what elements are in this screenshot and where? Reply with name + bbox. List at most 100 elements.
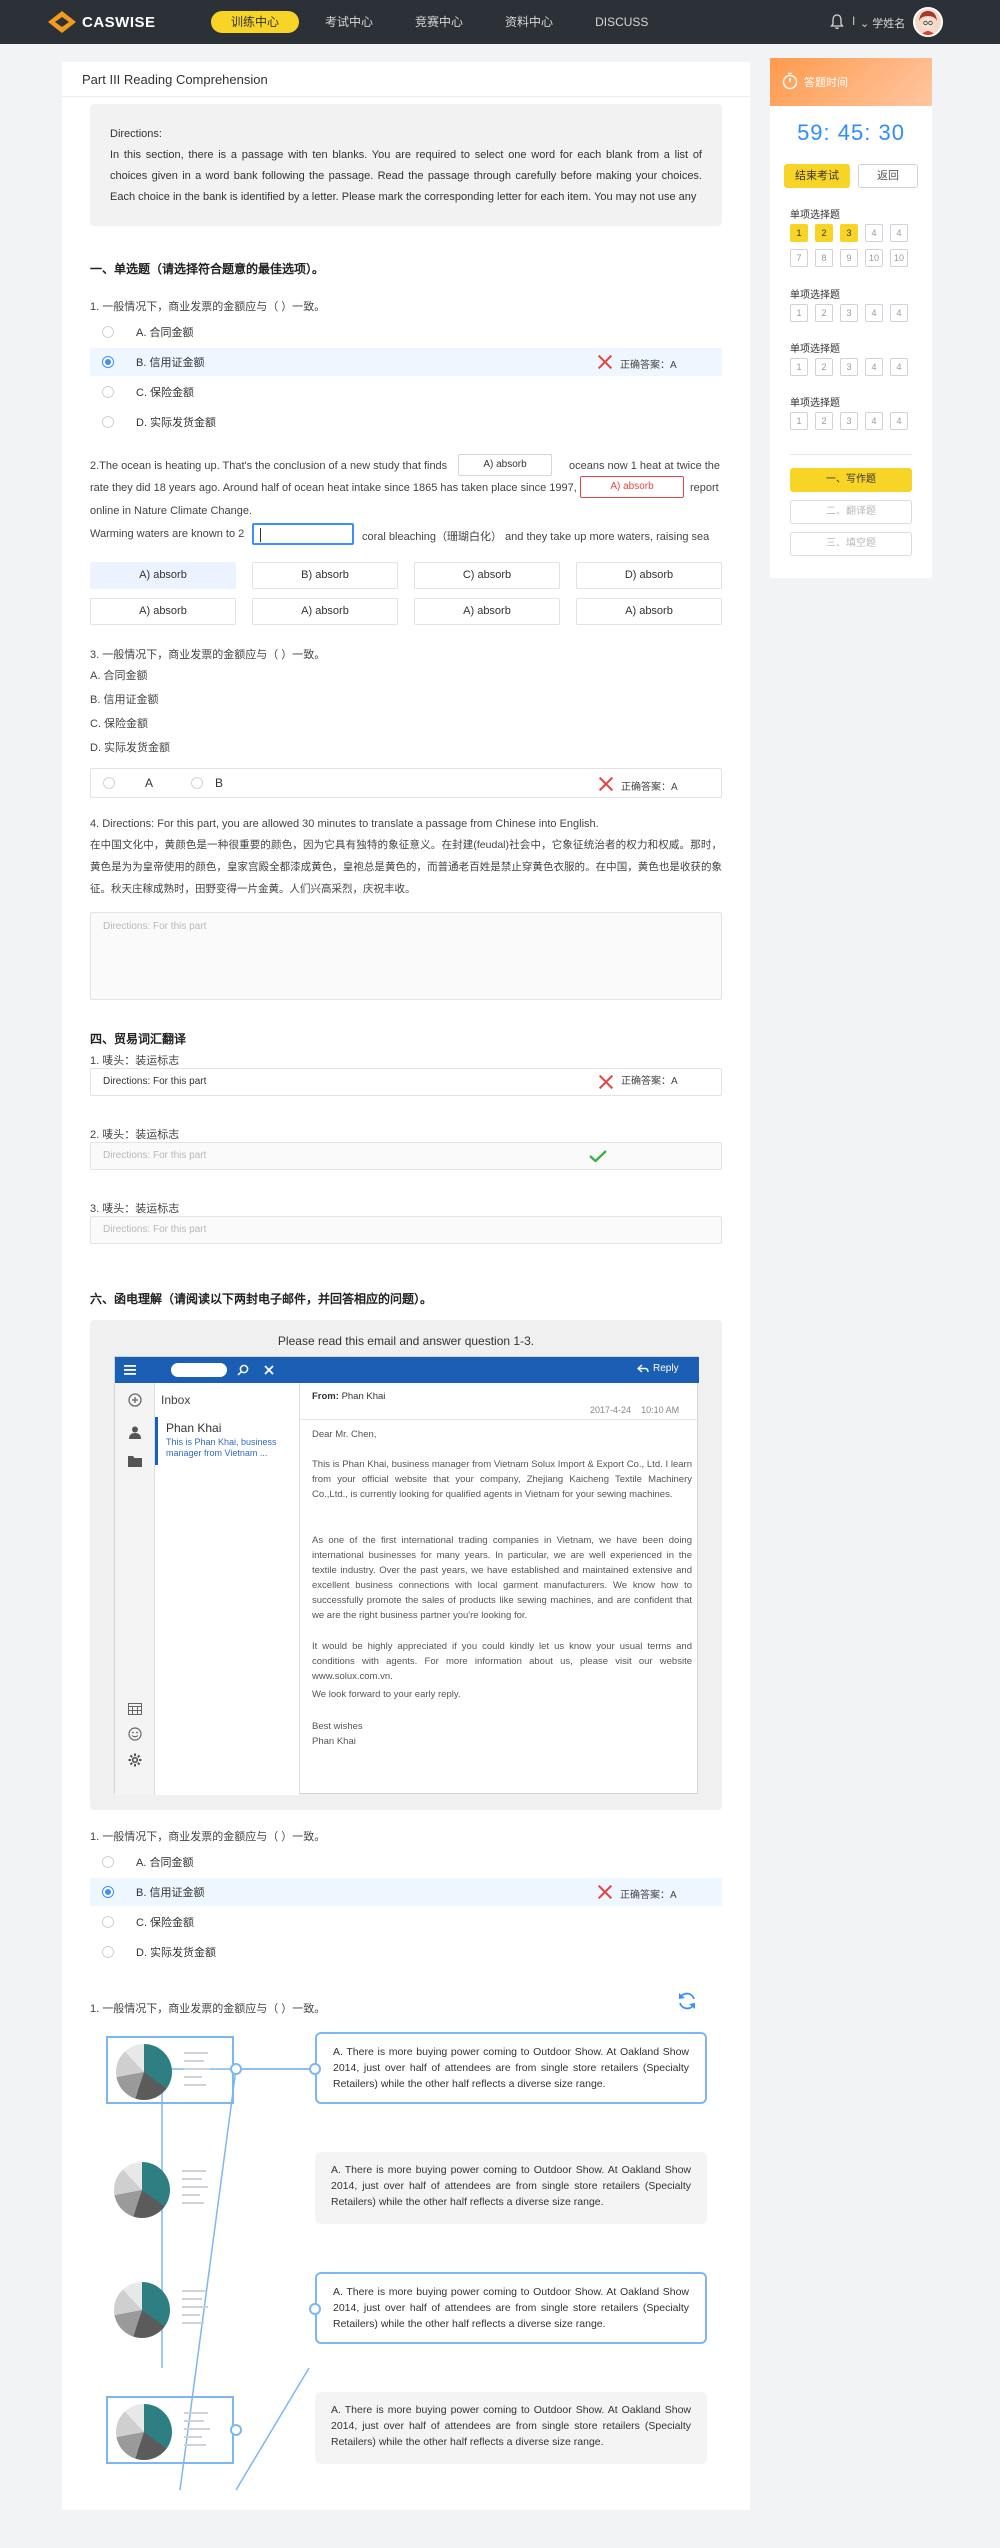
emoji-icon[interactable] xyxy=(128,1727,142,1741)
radio-option-a[interactable] xyxy=(102,326,114,338)
question-number-button[interactable]: 1 xyxy=(790,304,808,322)
word-bank-choice[interactable]: A) absorb xyxy=(90,562,236,589)
option-c[interactable]: C. 保险金额 xyxy=(90,1908,722,1936)
option-a[interactable]: A. 合同金额 xyxy=(90,1848,722,1876)
question-number-button[interactable]: 4 xyxy=(865,224,883,242)
radio-option-a[interactable] xyxy=(102,1856,114,1868)
chart-thumbnail-3[interactable] xyxy=(106,2276,234,2344)
word-bank-choice[interactable]: B) absorb xyxy=(252,562,398,589)
email-search-input[interactable] xyxy=(171,1363,227,1377)
chart-thumbnail-4[interactable] xyxy=(106,2396,234,2464)
bell-icon[interactable] xyxy=(830,14,844,30)
radio-option-b[interactable] xyxy=(191,777,203,789)
reply-button[interactable]: Reply xyxy=(637,1363,679,1374)
question-number-button[interactable]: 9 xyxy=(840,249,858,267)
word-bank-choice[interactable]: C) absorb xyxy=(414,562,560,589)
question-number-button[interactable]: 1 xyxy=(790,412,808,430)
close-icon[interactable] xyxy=(264,1365,274,1375)
match-anchor-left[interactable] xyxy=(230,2424,242,2436)
question-number-button[interactable]: 1 xyxy=(790,358,808,376)
folder-icon[interactable] xyxy=(128,1455,142,1467)
question-number-button[interactable]: 3 xyxy=(840,304,858,322)
vocab-answer-field-3[interactable]: Directions: For this part xyxy=(90,1216,722,1244)
translation-textarea[interactable]: Directions: For this part xyxy=(90,912,722,1000)
question-number-button[interactable]: 4 xyxy=(890,358,908,376)
chart-thumbnail-1[interactable] xyxy=(106,2036,234,2104)
match-anchor-right[interactable] xyxy=(309,2303,321,2315)
word-bank-choice[interactable]: D) absorb xyxy=(576,562,722,589)
option-d[interactable]: D. 实际发货金额 xyxy=(90,408,722,436)
brand-logo[interactable]: CASWISE xyxy=(48,11,156,33)
section-writing-button[interactable]: 一、写作题 xyxy=(790,468,912,492)
match-anchor-left[interactable] xyxy=(230,2063,242,2075)
option-a[interactable]: A. 合同金额 xyxy=(90,318,722,346)
word-bank-choice[interactable]: A) absorb xyxy=(576,598,722,625)
word-bank-choice[interactable]: A) absorb xyxy=(252,598,398,625)
question-number-button[interactable]: 3 xyxy=(840,412,858,430)
cloze-blank-1[interactable]: A) absorb xyxy=(458,454,552,476)
match-anchor-right[interactable] xyxy=(309,2063,321,2075)
word-bank-choice[interactable]: A) absorb xyxy=(90,598,236,625)
email-list-item[interactable]: Phan Khai This is Phan Khai, business ma… xyxy=(155,1417,299,1465)
cloze-blank-2[interactable]: A) absorb xyxy=(580,476,684,498)
radio-option-d[interactable] xyxy=(102,1946,114,1958)
question-number-button[interactable]: 8 xyxy=(815,249,833,267)
question-number-button[interactable]: 3 xyxy=(840,224,858,242)
nav-competition-center[interactable]: 竞赛中心 xyxy=(399,11,479,33)
question-number-button[interactable]: 10 xyxy=(890,249,908,267)
question-number-button[interactable]: 4 xyxy=(865,358,883,376)
match-text-card-2[interactable]: A. There is more buying power coming to … xyxy=(315,2152,707,2224)
question-number-button[interactable]: 2 xyxy=(815,412,833,430)
contacts-icon[interactable] xyxy=(128,1425,142,1439)
avatar[interactable] xyxy=(913,7,943,37)
brand-name: CASWISE xyxy=(82,13,156,31)
match-text-card-3[interactable]: A. There is more buying power coming to … xyxy=(315,2272,707,2344)
calendar-icon[interactable] xyxy=(128,1703,142,1715)
radio-option-b[interactable] xyxy=(102,1886,114,1898)
question-number-button[interactable]: 4 xyxy=(890,412,908,430)
user-menu[interactable]: ⌄ 学姓名 xyxy=(860,15,905,31)
back-button[interactable]: 返回 xyxy=(858,164,918,188)
cloze-blank-active[interactable] xyxy=(252,523,354,545)
nav-resource-center[interactable]: 资料中心 xyxy=(489,11,569,33)
question-number-button[interactable]: 1 xyxy=(790,224,808,242)
option-b[interactable]: B. 信用证金额 正确答案：A xyxy=(90,1878,722,1906)
gear-icon[interactable] xyxy=(128,1753,142,1767)
nav-discuss[interactable]: DISCUSS xyxy=(579,11,664,33)
nav-exam-center[interactable]: 考试中心 xyxy=(309,11,389,33)
radio-option-c[interactable] xyxy=(102,1916,114,1928)
option-b[interactable]: B. 信用证金额 正确答案：A xyxy=(90,348,722,376)
option-c[interactable]: C. 保险金额 xyxy=(90,378,722,406)
option-d[interactable]: D. 实际发货金额 xyxy=(90,1938,722,1966)
radio-option-a[interactable] xyxy=(103,777,115,789)
menu-icon[interactable] xyxy=(124,1365,136,1375)
main-nav: 训练中心 考试中心 竞赛中心 资料中心 DISCUSS xyxy=(211,11,674,33)
end-exam-button[interactable]: 结束考试 xyxy=(784,164,850,188)
question-number-button[interactable]: 4 xyxy=(865,304,883,322)
question-number-button[interactable]: 4 xyxy=(890,224,908,242)
refresh-icon[interactable] xyxy=(676,1990,698,2012)
vocab-answer-field-2[interactable]: Directions: For this part xyxy=(90,1142,722,1170)
chart-thumbnail-2[interactable] xyxy=(106,2156,234,2224)
search-icon[interactable] xyxy=(237,1364,249,1376)
question-number-button[interactable]: 2 xyxy=(815,224,833,242)
radio-option-d[interactable] xyxy=(102,416,114,428)
question-number-button[interactable]: 2 xyxy=(815,304,833,322)
question-number-button[interactable]: 4 xyxy=(890,304,908,322)
compose-plus-icon[interactable] xyxy=(128,1393,142,1407)
nav-training-center[interactable]: 训练中心 xyxy=(211,11,300,33)
radio-option-b[interactable] xyxy=(102,356,114,368)
section-translation-button[interactable]: 二、翻译题 xyxy=(790,500,912,524)
email-caption: Please read this email and answer questi… xyxy=(277,1334,535,1348)
vocab-answer-field-1[interactable]: Directions: For this part 正确答案：A xyxy=(90,1068,722,1096)
question-number-button[interactable]: 10 xyxy=(865,249,883,267)
radio-option-c[interactable] xyxy=(102,386,114,398)
word-bank-choice[interactable]: A) absorb xyxy=(414,598,560,625)
match-text-card-1[interactable]: A. There is more buying power coming to … xyxy=(315,2032,707,2104)
question-number-button[interactable]: 2 xyxy=(815,358,833,376)
question-number-button[interactable]: 4 xyxy=(865,412,883,430)
question-number-button[interactable]: 7 xyxy=(790,249,808,267)
match-text-card-4[interactable]: A. There is more buying power coming to … xyxy=(315,2392,707,2464)
question-number-button[interactable]: 3 xyxy=(840,358,858,376)
section-fill-blank-button[interactable]: 三、填空题 xyxy=(790,532,912,556)
